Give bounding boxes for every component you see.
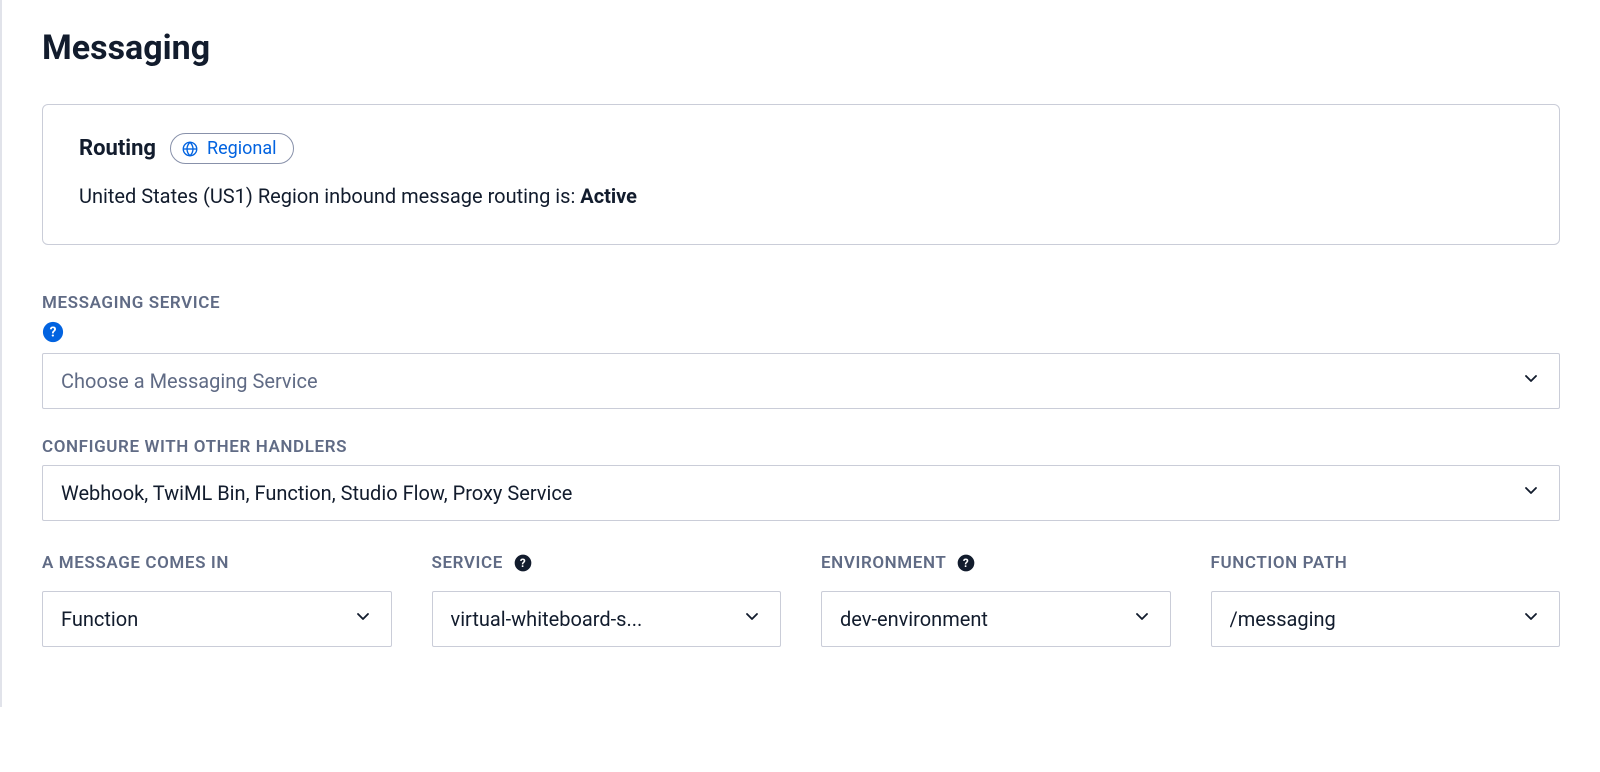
regional-badge[interactable]: Regional	[170, 133, 294, 164]
service-value: virtual-whiteboard-s...	[451, 607, 643, 631]
chevron-down-icon	[1521, 481, 1541, 506]
other-handlers-label: CONFIGURE WITH OTHER HANDLERS	[42, 437, 1560, 457]
regional-badge-label: Regional	[207, 138, 277, 159]
routing-status: United States (US1) Region inbound messa…	[79, 184, 1523, 208]
service-select[interactable]: virtual-whiteboard-s...	[432, 591, 782, 647]
message-comes-in-select[interactable]: Function	[42, 591, 392, 647]
messaging-service-label: MESSAGING SERVICE	[42, 293, 1560, 313]
help-icon[interactable]: ?	[42, 321, 64, 343]
messaging-service-select[interactable]: Choose a Messaging Service	[42, 353, 1560, 409]
chevron-down-icon	[742, 607, 762, 632]
svg-text:?: ?	[50, 325, 57, 341]
environment-label: ENVIRONMENT ?	[821, 549, 1171, 577]
routing-card: Routing Regional United States (US1) Reg…	[42, 104, 1560, 245]
chevron-down-icon	[1521, 607, 1541, 632]
message-comes-in-label: A MESSAGE COMES IN	[42, 549, 392, 577]
svg-text:?: ?	[963, 556, 969, 570]
routing-status-prefix: United States (US1) Region inbound messa…	[79, 184, 580, 208]
chevron-down-icon	[1521, 369, 1541, 394]
chevron-down-icon	[1132, 607, 1152, 632]
svg-text:?: ?	[520, 556, 526, 570]
function-path-label: FUNCTION PATH	[1211, 549, 1561, 577]
page-title: Messaging	[42, 28, 1560, 68]
message-comes-in-value: Function	[61, 607, 138, 631]
globe-icon	[181, 140, 199, 158]
function-path-select[interactable]: /messaging	[1211, 591, 1561, 647]
messaging-service-placeholder: Choose a Messaging Service	[61, 369, 318, 393]
other-handlers-select[interactable]: Webhook, TwiML Bin, Function, Studio Flo…	[42, 465, 1560, 521]
routing-status-value: Active	[580, 184, 637, 208]
other-handlers-value: Webhook, TwiML Bin, Function, Studio Flo…	[61, 481, 572, 505]
service-label: SERVICE ?	[432, 549, 782, 577]
help-icon[interactable]: ?	[956, 553, 976, 573]
chevron-down-icon	[353, 607, 373, 632]
environment-select[interactable]: dev-environment	[821, 591, 1171, 647]
help-icon[interactable]: ?	[513, 553, 533, 573]
routing-title: Routing	[79, 136, 156, 161]
function-path-value: /messaging	[1230, 607, 1336, 631]
environment-value: dev-environment	[840, 607, 988, 631]
